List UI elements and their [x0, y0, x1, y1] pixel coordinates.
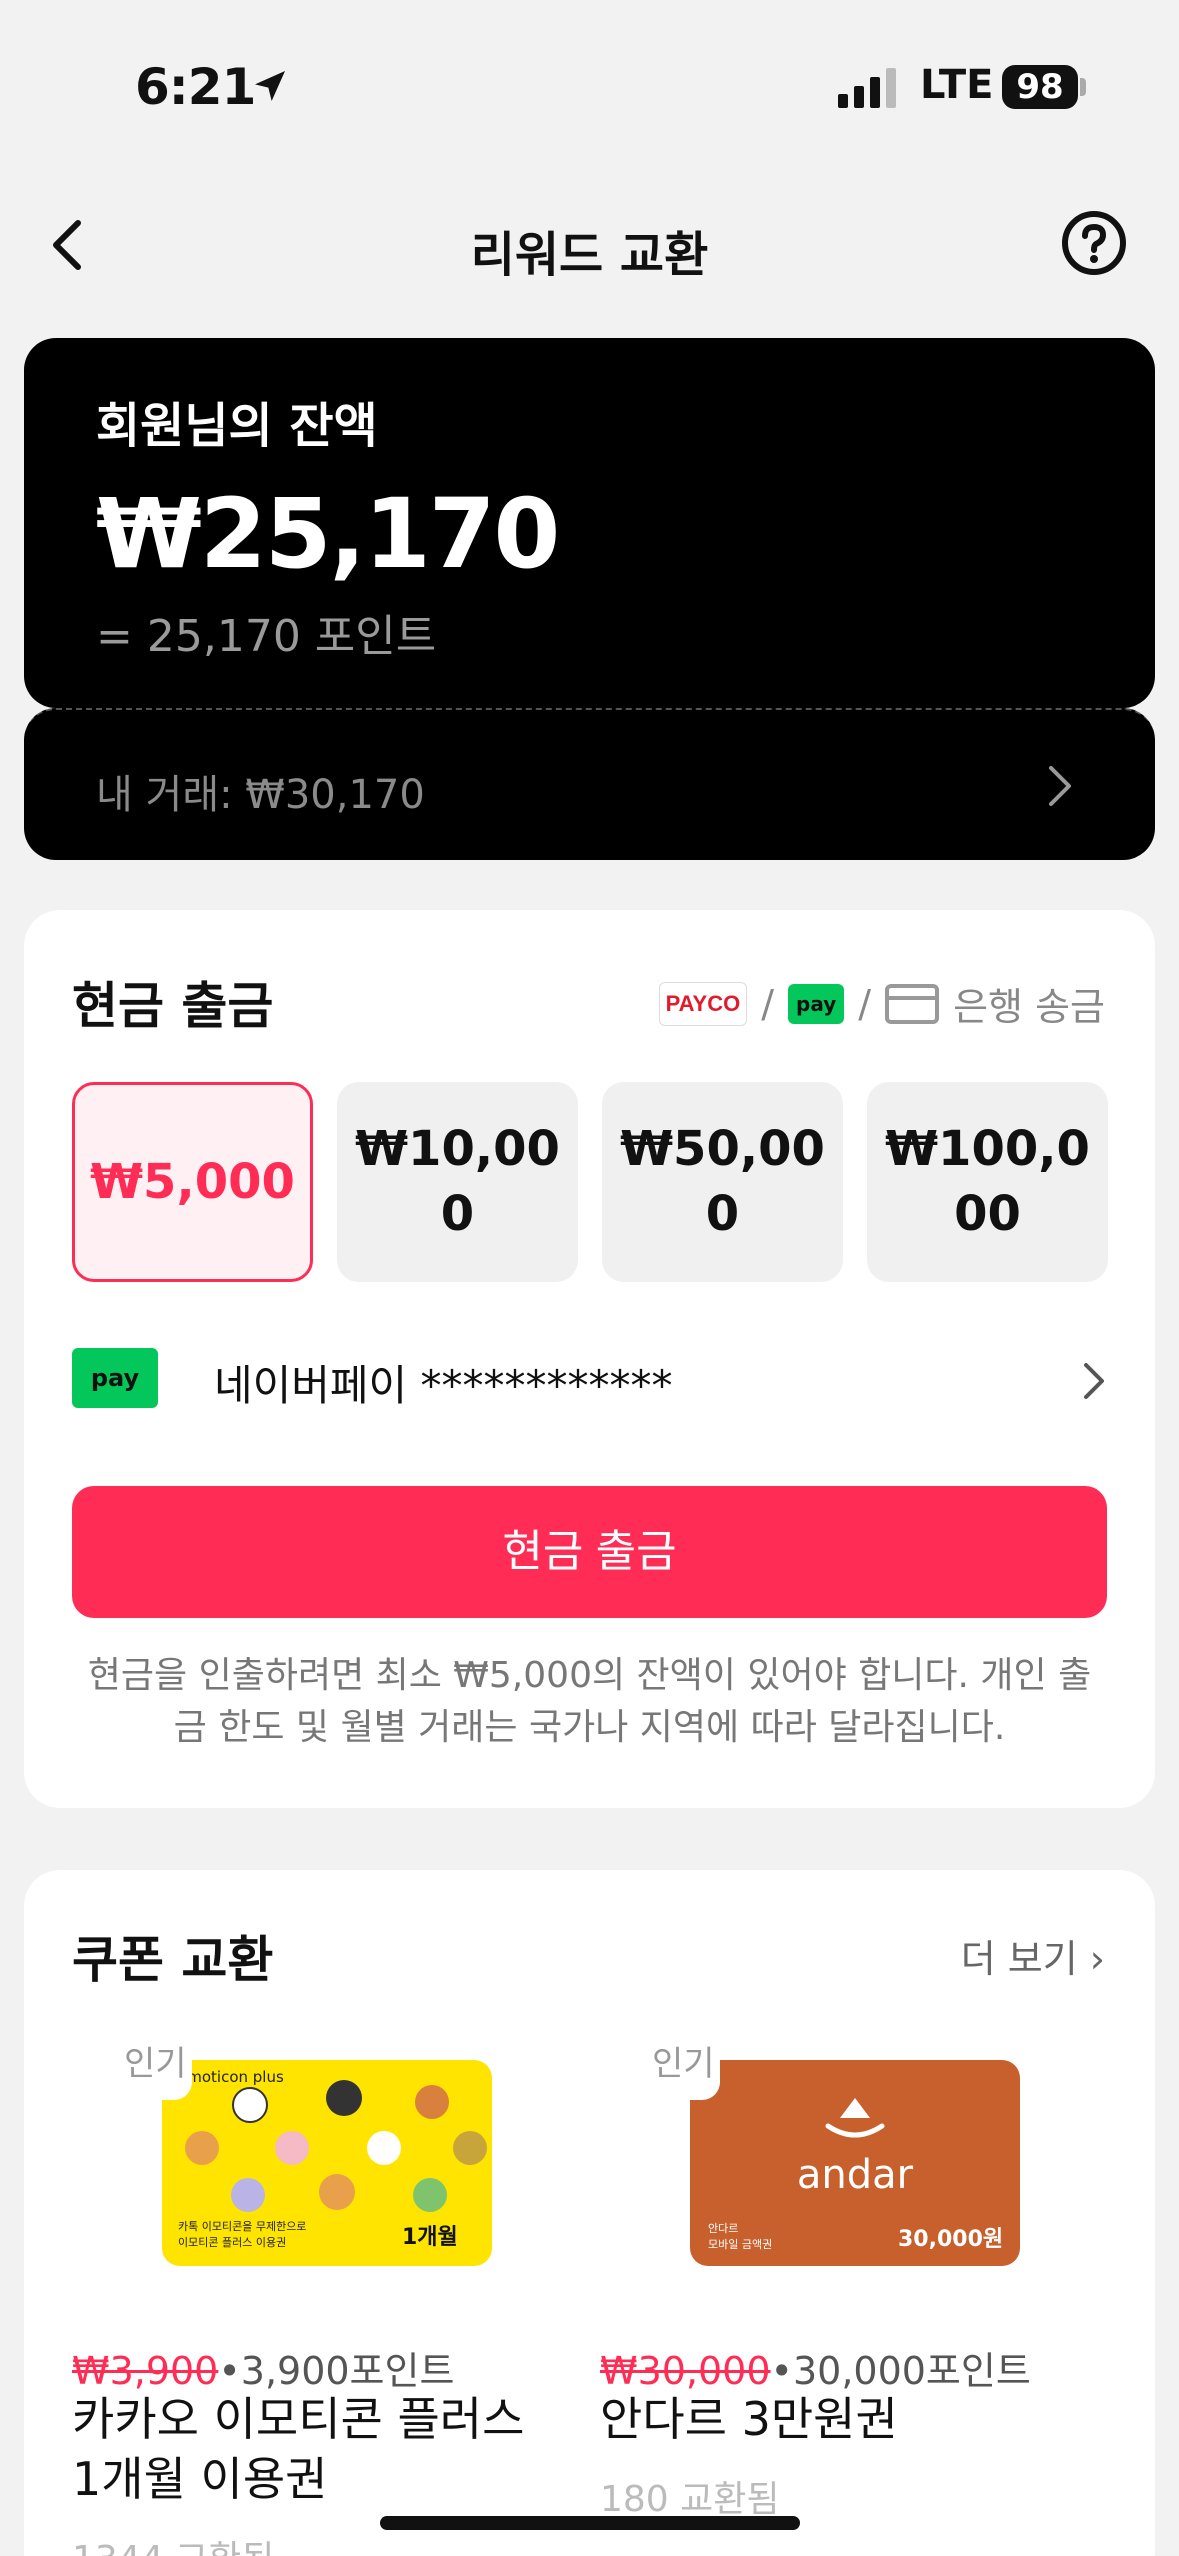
emoticon-caption-line2: 이모티콘 플러스 이용권 [178, 2236, 286, 2249]
help-icon[interactable] [1060, 209, 1128, 277]
page-title: 리워드 교환 [470, 227, 709, 283]
cellular-signal-icon [838, 68, 896, 108]
balance-card: 회원님의 잔액 ₩25,170 = 25,170 포인트 [24, 338, 1155, 708]
method-separator: / [858, 981, 872, 1026]
emoticon-plus-artwork: emoticon plus 카톡 이모티콘을 무제한으로 이모티콘 플러스 이용… [178, 2068, 487, 2250]
cash-withdraw-title: 현금 출금 [72, 977, 274, 1035]
npay-logo: pay [788, 983, 845, 1024]
chevron-right-icon [1049, 766, 1071, 806]
status-time: 6:21 [135, 58, 256, 116]
nav-bar: 리워드 교환 [0, 195, 1179, 295]
emoticon-duration-tag: 1개월 [402, 2225, 458, 2250]
points-price: •3,900포인트 [218, 2349, 455, 2393]
popular-badge: 인기 [600, 2030, 720, 2100]
payment-methods: PAYCO / pay / 은행 송금 [658, 976, 1105, 1031]
transaction-history-label: 내 거래: ₩30,170 [96, 772, 425, 818]
status-bar: 6:21 LTE 98 [0, 0, 1179, 170]
points-price: •30,000포인트 [770, 2349, 1031, 2393]
exchanged-count: 180 교환됨 [600, 2479, 780, 2520]
method-separator: / [761, 981, 775, 1026]
payout-account-row[interactable]: pay 네이버페이 ************ [72, 1346, 1107, 1410]
original-price: ₩30,000 [600, 2349, 771, 2393]
exchanged-count: 1344 교환됨 [72, 2530, 274, 2556]
coupon-price: ₩3,900•3,900포인트 [72, 2340, 454, 2395]
andar-gift-card-image: andar 안다르 모바일 금액권 30,000원 [690, 2060, 1020, 2266]
balance-points: = 25,170 포인트 [96, 611, 437, 662]
amount-option-50000[interactable]: ₩50,000 [602, 1082, 843, 1282]
see-more-label: 더 보기 [960, 1937, 1078, 1981]
andar-value-tag: 30,000원 [898, 2227, 1003, 2252]
cash-withdraw-panel: 현금 출금 PAYCO / pay / 은행 송금 ₩5,000 ₩10,000… [24, 910, 1155, 1808]
chevron-right-icon [1084, 1363, 1104, 1399]
battery-icon: 98 [1002, 65, 1078, 109]
battery-tip [1080, 78, 1086, 96]
home-indicator[interactable] [380, 2516, 800, 2530]
balance-label: 회원님의 잔액 [96, 398, 378, 454]
coupon-exchange-title: 쿠폰 교환 [72, 1931, 274, 1989]
naver-pay-icon: pay [72, 1348, 158, 1408]
see-more-link[interactable]: 더 보기 › [961, 1928, 1105, 1983]
andar-brand-text: andar [797, 2152, 914, 2198]
andar-caption-line2: 모바일 금액권 [708, 2237, 772, 2251]
payco-logo: PAYCO [658, 981, 748, 1026]
bank-transfer-label: 은행 송금 [953, 985, 1105, 1029]
coupon-price: ₩30,000•30,000포인트 [600, 2340, 1031, 2395]
location-arrow-icon [255, 71, 285, 101]
emoticon-plus-image: emoticon plus 카톡 이모티콘을 무제한으로 이모티콘 플러스 이용… [162, 2060, 492, 2266]
coupon-name: 카카오 이모티콘 플러스 1개월 이용권 [72, 2392, 525, 2506]
original-price: ₩3,900 [72, 2349, 219, 2393]
andar-caption-line1: 안다르 [708, 2222, 738, 2235]
network-type: LTE [920, 62, 994, 108]
coupon-exchange-panel: 쿠폰 교환 더 보기 › 인기 emoticon plus 카톡 이모티콘을 무… [24, 1870, 1155, 2556]
cash-withdraw-button[interactable]: 현금 출금 [72, 1486, 1107, 1618]
amount-option-10000[interactable]: ₩10,000 [337, 1082, 578, 1282]
bank-card-icon [885, 983, 940, 1024]
emoticon-brand-text: emoticon plus [178, 2068, 284, 2086]
withdraw-notice: 현금을 인출하려면 최소 ₩5,000의 잔액이 있어야 합니다. 개인 출금 … [87, 1655, 1092, 1749]
amount-option-100000[interactable]: ₩100,000 [867, 1082, 1108, 1282]
balance-amount: ₩25,170 [96, 478, 560, 590]
amount-option-5000[interactable]: ₩5,000 [72, 1082, 313, 1282]
coupon-name: 안다르 3만원권 [600, 2392, 898, 2446]
emoticon-caption-line1: 카톡 이모티콘을 무제한으로 [178, 2220, 306, 2233]
transaction-history-row[interactable]: 내 거래: ₩30,170 [24, 708, 1155, 860]
popular-badge: 인기 [72, 2030, 192, 2100]
payout-account-label: 네이버페이 ************ [214, 1361, 673, 1410]
andar-artwork: andar 안다르 모바일 금액권 30,000원 [708, 2098, 1003, 2252]
amount-options: ₩5,000 ₩10,000 ₩50,000 ₩100,000 [72, 1082, 1108, 1282]
